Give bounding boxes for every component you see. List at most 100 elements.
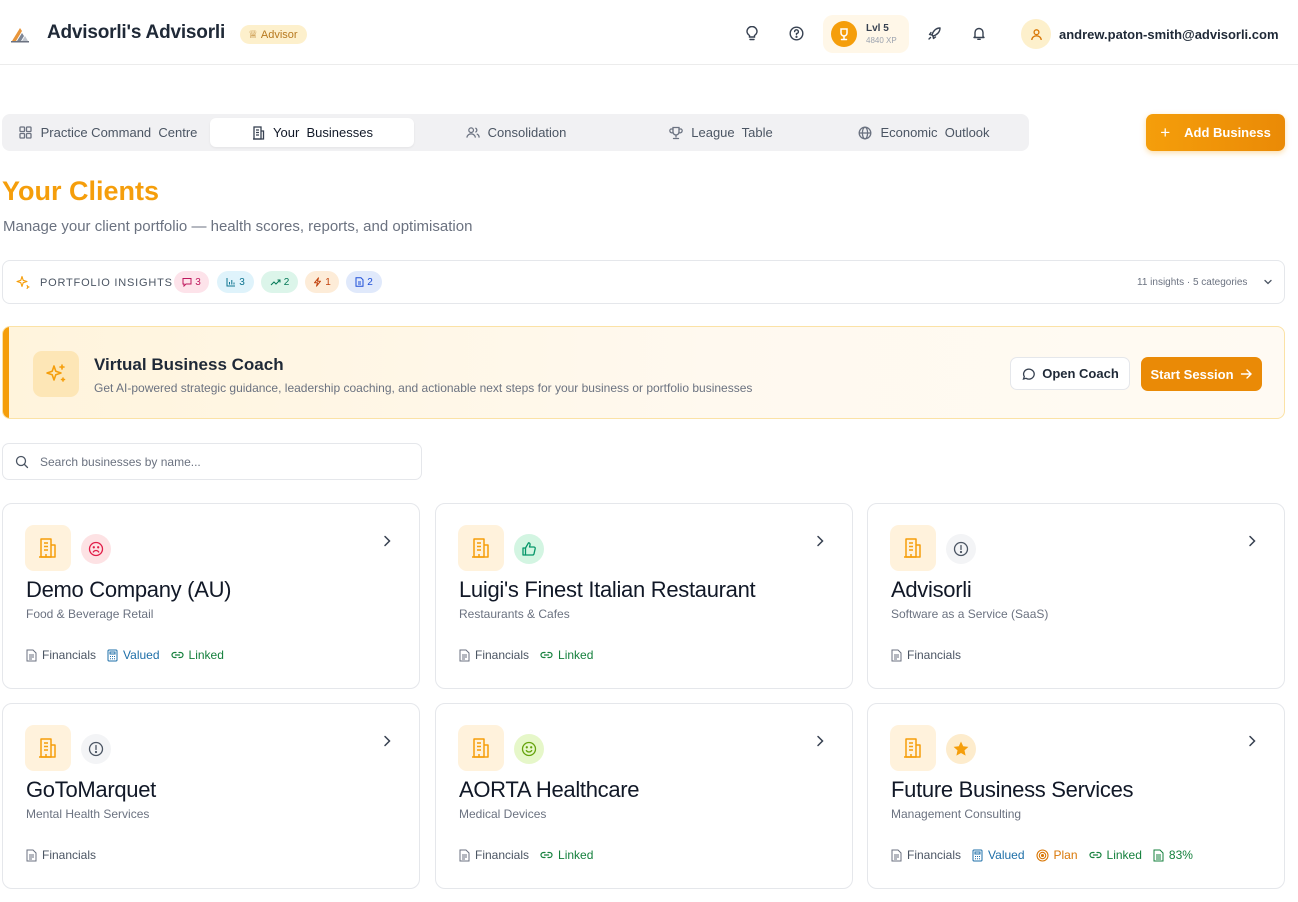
tag-valued: Valued <box>107 648 160 662</box>
page-subtitle: Manage your client portfolio — health sc… <box>3 218 473 235</box>
sparkle-icon <box>16 275 30 289</box>
business-industry: Software as a Service (SaaS) <box>891 607 1049 621</box>
business-tags: Financials Linked <box>459 848 593 862</box>
tag-label: Financials <box>475 648 530 662</box>
business-name: Demo Company (AU) <box>26 577 232 602</box>
financials-icon <box>891 849 902 862</box>
tag-label: Linked <box>1106 848 1142 862</box>
business-card[interactable]: AORTA Healthcare Medical Devices Financial… <box>435 703 853 889</box>
rocket-icon[interactable] <box>925 24 943 42</box>
level-text: Lvl 5 <box>866 23 889 34</box>
user-icon <box>1030 28 1042 40</box>
chevron-right-icon[interactable] <box>1245 734 1259 748</box>
tag-label: Financials <box>42 648 97 662</box>
tag-linked: Linked <box>1088 848 1142 862</box>
tag-label: Financials <box>907 848 962 862</box>
tag-label: 83% <box>1168 848 1193 862</box>
business-industry: Management Consulting <box>891 807 1022 821</box>
business-industry: Mental Health Services <box>26 807 150 821</box>
trending-up-icon <box>270 279 281 286</box>
tag-label: Financials <box>907 648 962 662</box>
chip-count: 3 <box>239 276 245 288</box>
portfolio-insights-bar[interactable]: PORTFOLIO INSIGHTS 3 3 2 1 2 11 insights… <box>2 260 1285 304</box>
business-tags: Financials Valued Linked <box>26 648 224 662</box>
zap-icon <box>314 277 322 287</box>
level-badge[interactable]: Lvl 5 4840 XP <box>823 15 909 53</box>
business-tags: Financials <box>26 848 96 862</box>
business-name: Advisorli <box>891 577 972 602</box>
start-session-button[interactable]: Start Session <box>1141 357 1262 391</box>
linked-icon <box>1088 850 1102 860</box>
insight-chip-trends[interactable]: 2 <box>261 271 298 293</box>
chip-count: 2 <box>367 276 373 288</box>
tag-financials: Financials <box>459 648 529 662</box>
help-circle-icon[interactable] <box>787 24 805 42</box>
app-title: Advisorli's Advisorli <box>47 22 226 43</box>
valued-icon <box>107 649 118 662</box>
open-coach-button[interactable]: Open Coach <box>1010 357 1130 390</box>
tag-financials: Financials <box>26 648 96 662</box>
crown-icon: ♕ <box>248 29 258 41</box>
user-email[interactable]: andrew.paton-smith@advisorli.com <box>1059 27 1279 42</box>
business-card[interactable]: Demo Company (AU) Food & Beverage Retail F… <box>2 503 420 689</box>
tag-linked: Linked <box>540 848 593 862</box>
search-icon <box>15 455 29 469</box>
tab-your-businesses[interactable]: Your Businesses <box>210 118 414 147</box>
business-industry: Medical Devices <box>459 807 547 821</box>
building-icon <box>890 525 936 571</box>
business-tags: Financials <box>891 648 961 662</box>
building-icon <box>25 525 71 571</box>
tag-label: Plan <box>1053 848 1078 862</box>
bell-icon[interactable] <box>970 24 988 42</box>
lightbulb-icon[interactable] <box>743 24 761 42</box>
chevron-right-icon[interactable] <box>380 534 394 548</box>
chevron-down-icon[interactable] <box>1262 276 1274 288</box>
business-card[interactable]: Future Business Services Management Consu… <box>867 703 1285 889</box>
business-card[interactable]: GoToMarquet Mental Health Services Financi… <box>2 703 420 889</box>
star-icon <box>946 734 976 764</box>
linked-icon <box>540 850 553 860</box>
role-badge: ♕ Advisor <box>240 25 307 44</box>
business-card[interactable]: Luigi's Finest Italian Restaurant Restaur… <box>435 503 853 689</box>
tab-league-table[interactable]: League Table <box>621 118 821 147</box>
building-icon <box>458 525 504 571</box>
insight-chip-charts[interactable]: 3 <box>217 271 254 293</box>
tag-label: Linked <box>558 648 594 662</box>
user-avatar[interactable] <box>1021 19 1051 49</box>
chevron-right-icon[interactable] <box>380 734 394 748</box>
tab-consolidation[interactable]: Consolidation <box>416 118 616 147</box>
chevron-right-icon[interactable] <box>813 534 827 548</box>
chevron-right-icon[interactable] <box>1245 534 1259 548</box>
tag-plan: Plan <box>1035 848 1078 862</box>
tab-label: Your Businesses <box>273 125 373 140</box>
linked-icon <box>170 650 184 660</box>
chevron-right-icon[interactable] <box>813 734 827 748</box>
tag-valued: Valued <box>972 848 1025 862</box>
insight-chip-reports[interactable]: 2 <box>346 271 382 293</box>
message-circle-icon <box>1022 367 1036 380</box>
tag-financials: Financials <box>459 848 529 862</box>
tag-completion: 83% <box>1153 848 1193 862</box>
building-icon <box>890 725 936 771</box>
tab-economic-outlook[interactable]: Economic Outlook <box>824 118 1024 147</box>
insight-chip-messages[interactable]: 3 <box>174 271 209 293</box>
message-icon <box>182 278 192 287</box>
plan-icon <box>1035 848 1049 862</box>
business-card[interactable]: Advisorli Software as a Service (SaaS) Fin… <box>867 503 1285 689</box>
add-business-button[interactable]: + Add Business <box>1146 114 1285 151</box>
bar-chart-icon <box>226 278 236 287</box>
business-industry: Restaurants & Cafes <box>459 607 570 621</box>
insights-summary: 11 insights · 5 categories <box>1137 277 1248 288</box>
start-session-label: Start Session <box>1150 366 1234 382</box>
tag-label: Financials <box>475 848 530 862</box>
advisorli-logo[interactable] <box>10 24 30 44</box>
chip-count: 2 <box>283 276 290 288</box>
insight-chip-actions[interactable]: 1 <box>305 271 339 293</box>
open-coach-label: Open Coach <box>1042 366 1119 381</box>
business-name: AORTA Healthcare <box>459 777 640 802</box>
coach-description: Get AI-powered strategic guidance, leade… <box>94 381 753 395</box>
tab-practice-command-centre[interactable]: Practice Command Centre <box>8 118 208 147</box>
building-icon <box>25 725 71 771</box>
tab-label: League Table <box>691 125 773 140</box>
search-input[interactable] <box>40 452 410 472</box>
